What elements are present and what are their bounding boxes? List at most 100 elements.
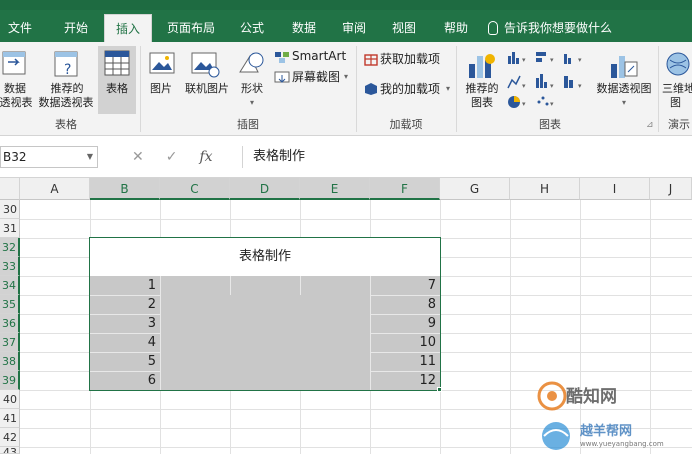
my-addins-label[interactable]: 我的加载项	[380, 82, 440, 96]
picture-label[interactable]: 图片	[146, 82, 176, 96]
pivot-chart-dropdown-chevron-icon[interactable]: ▾	[618, 96, 630, 110]
group-separator	[658, 46, 659, 132]
smartart-label[interactable]: SmartArt	[292, 49, 346, 63]
shapes-dropdown-chevron-icon[interactable]: ▾	[246, 96, 258, 110]
group-addins-label: 加载项	[389, 118, 423, 131]
tell-me-text: 告诉我你想要做什么	[504, 21, 613, 35]
column-header-c[interactable]: C	[160, 178, 230, 200]
row-header-39[interactable]: 39	[0, 371, 20, 390]
recommended-charts-icon	[469, 54, 495, 78]
svg-text:▾: ▾	[550, 56, 554, 64]
tab-data[interactable]: 数据	[282, 14, 326, 42]
svg-text:▾: ▾	[578, 82, 582, 90]
row-header-35[interactable]: 35	[0, 295, 20, 314]
row-header-41[interactable]: 41	[0, 409, 20, 428]
svg-text:▾: ▾	[578, 56, 582, 64]
screenshot-dropdown-chevron-icon[interactable]: ▾	[344, 70, 348, 84]
smartart-icon	[275, 52, 289, 63]
formula-input[interactable]: 表格制作	[242, 146, 692, 168]
select-all-corner[interactable]	[0, 178, 20, 200]
tell-me-box[interactable]: 告诉我你想要做什么	[488, 14, 612, 42]
svg-text:▾: ▾	[550, 100, 554, 108]
pivot-chart-label[interactable]: 数据透视图	[592, 82, 656, 96]
dialog-launcher-icon[interactable]: ⊿	[646, 118, 654, 132]
column-header-j[interactable]: J	[650, 178, 692, 200]
row-header-40[interactable]: 40	[0, 390, 20, 409]
row-header-36[interactable]: 36	[0, 314, 20, 333]
svg-text:?: ?	[64, 62, 71, 78]
column-header-g[interactable]: G	[440, 178, 510, 200]
table-icon	[104, 50, 130, 76]
shapes-label[interactable]: 形状	[238, 82, 266, 96]
tab-review[interactable]: 审阅	[332, 14, 376, 42]
tab-insert[interactable]: 插入	[104, 14, 152, 42]
insert-function-icon[interactable]: fx	[199, 149, 212, 165]
recommended-pivot-icon: ?	[54, 51, 78, 78]
3d-map-icon	[666, 52, 690, 76]
tab-file[interactable]: 文件	[0, 14, 40, 42]
group-illustrations-label: 插图	[237, 118, 259, 131]
selection-border	[89, 237, 441, 391]
cancel-icon[interactable]: ✕	[132, 149, 144, 165]
column-header-f[interactable]: F	[370, 178, 440, 200]
my-addins-icon	[365, 83, 377, 95]
svg-text:▾: ▾	[522, 100, 526, 108]
ribbon-tab-bar: 文件 开始 插入 页面布局 公式 数据 审阅 视图 帮助 告诉我你想要做什么	[0, 0, 692, 42]
row-header-34[interactable]: 34	[0, 276, 20, 295]
tab-view[interactable]: 视图	[382, 14, 426, 42]
row-header-32[interactable]: 32	[0, 238, 20, 257]
pivot-table-label-2[interactable]: 透视表	[0, 96, 34, 110]
recommended-pivot-label-1[interactable]: 推荐的	[42, 82, 92, 96]
name-box[interactable]: B32 ▼	[0, 146, 98, 168]
row-header-42[interactable]: 42	[0, 428, 20, 447]
group-separator	[140, 46, 141, 132]
recommended-charts-label-2[interactable]: 图表	[460, 96, 504, 110]
get-addins-label[interactable]: 获取加载项	[380, 52, 440, 66]
column-header-h[interactable]: H	[510, 178, 580, 200]
screenshot-icon	[274, 71, 290, 83]
excel-window: 文件 开始 插入 页面布局 公式 数据 审阅 视图 帮助 告诉我你想要做什么 数…	[0, 0, 692, 454]
row-header-37[interactable]: 37	[0, 333, 20, 352]
online-picture-label[interactable]: 联机图片	[180, 82, 234, 96]
column-header-i[interactable]: I	[580, 178, 650, 200]
pivot-table-icon	[2, 51, 26, 75]
tab-formulas[interactable]: 公式	[230, 14, 274, 42]
recommended-pivot-label-2[interactable]: 数据透视表	[34, 96, 98, 110]
svg-text:▾: ▾	[550, 82, 554, 90]
column-header-b[interactable]: B	[90, 178, 160, 200]
my-addins-dropdown-chevron-icon[interactable]: ▾	[446, 82, 450, 96]
formula-controls: ✕ ✓ fx	[108, 146, 213, 168]
column-header-a[interactable]: A	[20, 178, 90, 200]
tab-help[interactable]: 帮助	[434, 14, 478, 42]
3d-map-label-2[interactable]: 图	[670, 96, 681, 110]
tab-page-layout[interactable]: 页面布局	[160, 14, 222, 42]
screenshot-label[interactable]: 屏幕截图	[292, 70, 340, 84]
svg-text:▾: ▾	[522, 82, 526, 90]
gridline	[20, 219, 692, 220]
column-header-d[interactable]: D	[230, 178, 300, 200]
row-header-30[interactable]: 30	[0, 200, 20, 219]
row-header-43[interactable]: 43	[0, 447, 20, 454]
online-picture-icon	[191, 52, 220, 78]
store-icon	[364, 54, 378, 66]
column-header-e[interactable]: E	[300, 178, 370, 200]
group-tours-label: 演示	[668, 118, 690, 131]
3d-map-label-1[interactable]: 三维地	[662, 82, 692, 96]
name-box-dropdown-icon[interactable]: ▼	[87, 147, 93, 167]
name-box-value: B32	[3, 150, 27, 164]
tab-home[interactable]: 开始	[52, 14, 100, 42]
row-header-33[interactable]: 33	[0, 257, 20, 276]
formula-bar: B32 ▼ ✕ ✓ fx 表格制作	[0, 136, 692, 178]
chart-types-gallery[interactable]: ▾ ▾ ▾ ▾ ▾ ▾ ▾ ▾	[506, 48, 590, 110]
row-header-38[interactable]: 38	[0, 352, 20, 371]
title-bar-strip	[0, 0, 692, 10]
recommended-charts-label-1[interactable]: 推荐的	[460, 82, 504, 96]
enter-check-icon[interactable]: ✓	[166, 149, 178, 165]
gridline	[510, 200, 511, 454]
watermark-tag: 越羊帮网	[580, 424, 633, 439]
worksheet-grid: A B C D E F G H I J 30 31 32 33 34 35 36…	[0, 178, 692, 454]
pivot-table-label-1[interactable]: 数据	[0, 82, 30, 96]
row-header-31[interactable]: 31	[0, 219, 20, 238]
fill-handle[interactable]	[437, 387, 442, 392]
watermark-brand: 酷知网	[566, 387, 617, 407]
